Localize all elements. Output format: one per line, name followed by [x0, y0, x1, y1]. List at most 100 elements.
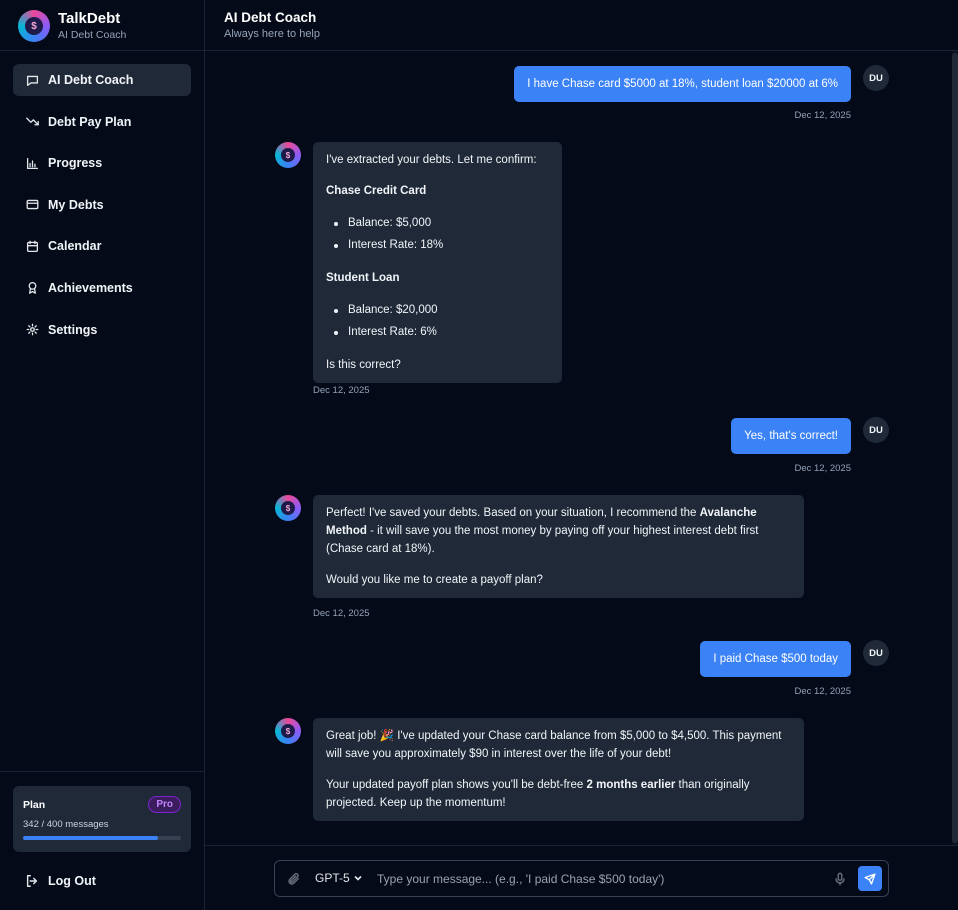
chat-header: AI Debt Coach Always here to help: [205, 0, 958, 51]
message-timestamp: Dec 12, 2025: [794, 110, 851, 121]
sidebar-item-progress[interactable]: Progress: [13, 147, 191, 179]
trending-down-icon: [25, 115, 39, 129]
user-message-bubble: I paid Chase $500 today: [700, 641, 851, 677]
plan-label: Plan: [23, 798, 46, 811]
sidebar: $ TalkDebt AI Debt Coach AI Debt Coach D…: [0, 0, 205, 910]
user-message: Yes, that's correct!: [731, 418, 851, 454]
list-item: Interest Rate: 6%: [334, 322, 549, 344]
user-message-bubble: Yes, that's correct!: [731, 418, 851, 454]
assistant-avatar: $: [275, 718, 301, 744]
assistant-message-bubble: I've extracted your debts. Let me confir…: [313, 142, 562, 383]
message-input[interactable]: [377, 869, 817, 889]
logo-glyph: $: [281, 148, 295, 162]
debt-name: Chase Credit Card: [326, 185, 427, 197]
assistant-message-bubble: Perfect! I've saved your debts. Based on…: [313, 495, 804, 598]
assistant-avatar: $: [275, 142, 301, 168]
logo-glyph: $: [281, 501, 295, 515]
message-text-bold: 2 months earlier: [586, 779, 676, 791]
chevron-down-icon: [354, 875, 362, 881]
message-timestamp: Dec 12, 2025: [313, 385, 370, 396]
award-icon: [25, 281, 39, 295]
paperclip-icon[interactable]: [287, 872, 301, 886]
brand-subtitle: AI Debt Coach: [58, 29, 127, 41]
logout-icon: [26, 875, 38, 887]
message-text: Perfect! I've saved your debts. Based on…: [326, 504, 791, 558]
user-message: I paid Chase $500 today: [700, 641, 851, 677]
logout-label: Log Out: [48, 874, 96, 888]
sidebar-item-label: AI Debt Coach: [48, 73, 134, 87]
message-text: Would you like me to create a payoff pla…: [326, 574, 543, 586]
sidebar-item-label: Progress: [48, 156, 103, 171]
debt-details-list: Balance: $5,000 Interest Rate: 18%: [326, 213, 549, 256]
message-text: Great job! 🎉 I've updated your Chase car…: [326, 730, 782, 760]
plan-usage: 342 / 400 messages: [23, 819, 109, 830]
assistant-message: Perfect! I've saved your debts. Based on…: [313, 495, 804, 598]
user-avatar: DU: [863, 640, 889, 666]
brand[interactable]: $ TalkDebt AI Debt Coach: [18, 10, 126, 42]
sidebar-nav: AI Debt Coach Debt Pay Plan Progress My …: [13, 64, 191, 355]
sidebar-item-label: Achievements: [48, 280, 133, 295]
page-subtitle: Always here to help: [224, 28, 320, 40]
assistant-message: I've extracted your debts. Let me confir…: [313, 142, 562, 383]
logout-button[interactable]: Log Out: [25, 872, 96, 890]
message-timestamp: Dec 12, 2025: [794, 463, 851, 474]
page-title: AI Debt Coach: [224, 10, 317, 25]
logo-glyph: $: [281, 724, 295, 738]
user-message: I have Chase card $5000 at 18%, student …: [514, 66, 851, 102]
logo-icon: $: [18, 10, 50, 42]
chat-icon: [25, 73, 39, 87]
user-avatar: DU: [863, 65, 889, 91]
sidebar-item-label: My Debts: [48, 197, 104, 212]
message-text: Your updated payoff plan shows you'll be…: [326, 776, 791, 812]
plan-usage-fill: [23, 836, 159, 840]
divider: [0, 50, 204, 51]
message-timestamp: Dec 12, 2025: [794, 686, 851, 697]
model-label: GPT-5: [315, 871, 350, 885]
debt-name: Student Loan: [326, 272, 400, 284]
plan-badge: Pro: [148, 796, 181, 813]
message-text-part: - it will save you the most money by pay…: [326, 525, 759, 555]
main-panel: AI Debt Coach Always here to help I have…: [205, 0, 958, 910]
logo-glyph: $: [25, 17, 43, 35]
sidebar-item-label: Debt Pay Plan: [48, 114, 132, 129]
model-selector[interactable]: GPT-5: [315, 871, 363, 885]
bar-chart-icon: [25, 156, 39, 170]
sidebar-item-debt-pay-plan[interactable]: Debt Pay Plan: [13, 106, 191, 138]
message-text-part: Your updated payoff plan shows you'll be…: [326, 779, 587, 791]
user-message-bubble: I have Chase card $5000 at 18%, student …: [514, 66, 851, 102]
assistant-message-bubble: Great job! 🎉 I've updated your Chase car…: [313, 718, 804, 821]
list-item: Balance: $5,000: [334, 213, 549, 235]
scrollbar-thumb[interactable]: [952, 53, 958, 843]
sidebar-item-calendar[interactable]: Calendar: [13, 230, 191, 262]
message-text-part: Perfect! I've saved your debts. Based on…: [326, 507, 700, 519]
message-timestamp: Dec 12, 2025: [313, 608, 370, 619]
sidebar-item-achievements[interactable]: Achievements: [13, 272, 191, 304]
user-avatar: DU: [863, 417, 889, 443]
assistant-message: Great job! 🎉 I've updated your Chase car…: [313, 718, 804, 821]
composer-box: GPT-5: [274, 860, 889, 897]
list-item: Balance: $20,000: [334, 300, 549, 322]
assistant-avatar: $: [275, 495, 301, 521]
calendar-icon: [25, 239, 39, 253]
send-button[interactable]: [858, 866, 882, 891]
list-item: Interest Rate: 18%: [334, 235, 549, 257]
plan-usage-bar: [23, 836, 181, 840]
send-icon: [864, 872, 876, 885]
chat-messages[interactable]: I have Chase card $5000 at 18%, student …: [205, 51, 958, 845]
sidebar-item-settings[interactable]: Settings: [13, 314, 191, 346]
sidebar-item-label: Calendar: [48, 239, 102, 254]
gear-icon: [25, 323, 39, 337]
brand-name: TalkDebt: [58, 10, 121, 27]
message-text: Is this correct?: [326, 359, 401, 371]
sidebar-item-my-debts[interactable]: My Debts: [13, 189, 191, 221]
debt-details-list: Balance: $20,000 Interest Rate: 6%: [326, 300, 549, 343]
sidebar-item-label: Settings: [48, 322, 98, 337]
microphone-icon[interactable]: [833, 872, 847, 886]
credit-card-icon: [25, 198, 39, 212]
composer: GPT-5: [205, 845, 958, 910]
divider: [0, 771, 204, 772]
sidebar-item-ai-debt-coach[interactable]: AI Debt Coach: [13, 64, 191, 96]
chat-scrollbar[interactable]: [952, 51, 958, 845]
message-text: I've extracted your debts. Let me confir…: [326, 154, 537, 166]
plan-card: Plan Pro 342 / 400 messages: [13, 786, 191, 852]
